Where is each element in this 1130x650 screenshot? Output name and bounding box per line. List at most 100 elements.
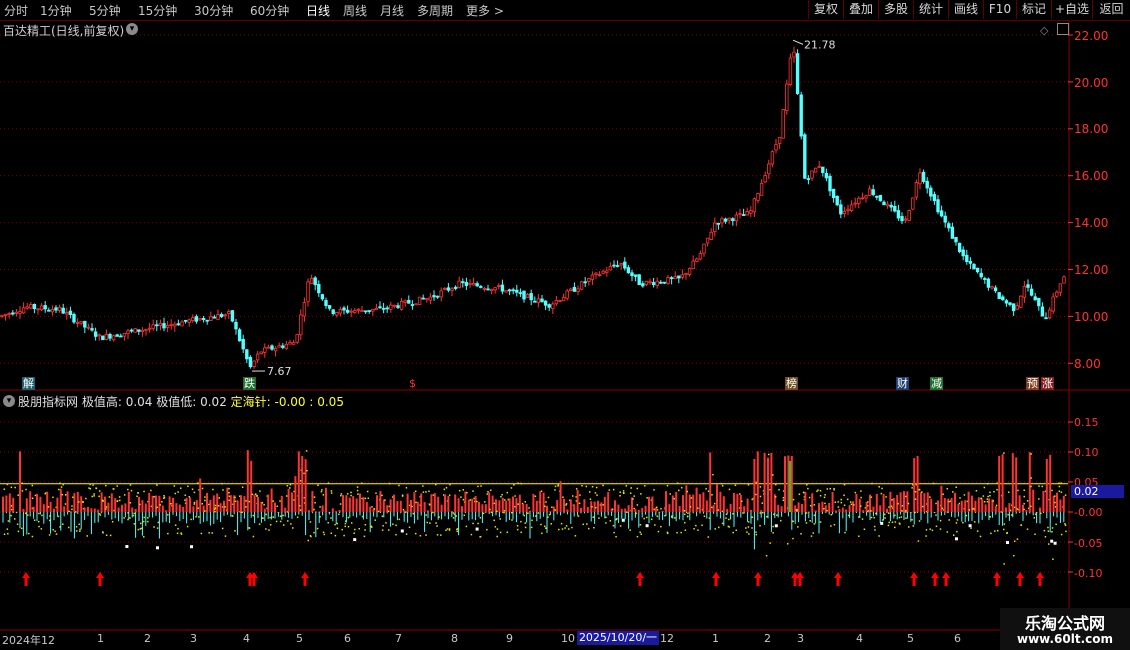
indicator-bar-up xyxy=(930,498,933,512)
indicator-dot xyxy=(870,516,873,519)
indicator-bar-up xyxy=(66,491,69,512)
indicator-dot xyxy=(17,494,19,496)
candle-body xyxy=(457,280,461,288)
candle-body xyxy=(986,278,991,288)
indicator-dot xyxy=(405,533,408,535)
indicator-dot xyxy=(476,500,478,503)
indicator-bar-down xyxy=(284,512,286,517)
indicator-bar-up xyxy=(627,505,630,512)
period-tab-daily[interactable]: 日线 xyxy=(306,2,330,19)
indicator-dot xyxy=(987,495,989,498)
indicator-dot xyxy=(472,522,474,525)
indicator-bar-up xyxy=(274,502,276,512)
candle-body xyxy=(151,324,155,329)
indicator-dot xyxy=(21,490,24,492)
overlay-button[interactable]: 叠加 xyxy=(843,0,878,19)
indicator-dot xyxy=(734,484,737,487)
indicator-dot xyxy=(891,521,894,524)
candle-body xyxy=(587,278,591,282)
indicator-dot xyxy=(31,484,34,487)
event-marker-zhang[interactable]: 涨 xyxy=(1041,377,1054,390)
candle-body xyxy=(1033,296,1037,301)
indicator-bar-down xyxy=(203,512,205,523)
indicator-bar-up xyxy=(141,500,144,512)
period-tab-multi[interactable]: 多周期 xyxy=(417,2,453,19)
candlestick-chart[interactable]: 21.787.67 xyxy=(0,21,1130,631)
period-tab-5min[interactable]: 5分钟 xyxy=(89,2,121,19)
period-tab-weekly[interactable]: 周线 xyxy=(343,2,367,19)
indicator-dot xyxy=(755,493,757,496)
chevron-down-icon[interactable]: ▾ xyxy=(126,23,138,35)
indicator-dot xyxy=(503,509,506,512)
back-button[interactable]: 返回 xyxy=(1092,0,1130,19)
event-marker-jian[interactable]: 减 xyxy=(930,377,943,390)
event-marker-bang[interactable]: 榜 xyxy=(785,377,798,390)
indicator-dot xyxy=(446,528,449,530)
candle-body xyxy=(673,276,677,280)
indicator-dot xyxy=(782,499,785,502)
period-tab-30min[interactable]: 30分钟 xyxy=(194,2,233,19)
indicator-dot xyxy=(415,501,417,504)
indicator-dot xyxy=(190,518,192,521)
indicator-bar-up xyxy=(1062,495,1065,512)
indicator-bar-down xyxy=(107,512,109,515)
indicator-bar-down xyxy=(488,512,490,515)
indicator-dot xyxy=(241,486,244,488)
indicator-dot xyxy=(550,523,552,525)
period-tab-15min[interactable]: 15分钟 xyxy=(138,2,177,19)
indicator-dot xyxy=(602,484,604,487)
period-tab-1min[interactable]: 1分钟 xyxy=(40,2,72,19)
indicator-dot xyxy=(105,506,108,508)
indicator-bar-down xyxy=(441,512,443,520)
indicator-dot xyxy=(1033,517,1036,519)
period-tab-60min[interactable]: 60分钟 xyxy=(250,2,289,19)
indicator-square xyxy=(955,537,958,541)
period-tab-fenshi[interactable]: 分时 xyxy=(4,2,28,19)
indicator-dot xyxy=(655,506,658,509)
chevron-down-icon[interactable]: ▾ xyxy=(3,395,15,407)
draw-line-button[interactable]: 画线 xyxy=(948,0,983,19)
indicator-bar-up xyxy=(467,499,470,512)
indicator-dot xyxy=(40,528,43,530)
indicator-dot xyxy=(1034,533,1036,536)
candle-body xyxy=(651,282,656,286)
candle-body xyxy=(749,210,753,214)
indicator-bar-up xyxy=(770,452,773,512)
diamond-icon[interactable]: ◇ xyxy=(1040,24,1048,37)
candle-body xyxy=(961,249,965,257)
event-marker-die[interactable]: 跌 xyxy=(243,377,256,390)
period-tab-monthly[interactable]: 月线 xyxy=(380,2,404,19)
indicator-bar-down xyxy=(512,512,514,520)
indicator-dot xyxy=(786,542,789,545)
indicator-dot xyxy=(147,517,149,519)
multi-stock-button[interactable]: 多股 xyxy=(878,0,913,19)
indicator-dot xyxy=(334,534,337,537)
candle-body xyxy=(799,94,803,137)
candle-body xyxy=(198,317,202,321)
mark-button[interactable]: 标记 xyxy=(1016,0,1051,19)
buy-arrow-icon xyxy=(993,572,1001,586)
indicator-bar-down xyxy=(1019,512,1021,513)
indicator-dot xyxy=(398,518,401,521)
event-marker-jie[interactable]: 解 xyxy=(22,377,35,390)
indicator-dot xyxy=(252,535,255,538)
time-label: 10 xyxy=(561,632,575,645)
fuquan-button[interactable]: 复权 xyxy=(808,0,843,19)
event-marker-yu[interactable]: 预 xyxy=(1026,377,1039,390)
stock-title: 百达精工(日线,前复权) xyxy=(3,24,125,38)
candle-body xyxy=(425,298,429,301)
stats-button[interactable]: 统计 xyxy=(913,0,948,19)
f10-button[interactable]: F10 xyxy=(983,0,1016,19)
event-marker-dollar[interactable]: $ xyxy=(408,377,417,390)
indicator-dot xyxy=(914,491,917,493)
indicator-bar-down xyxy=(651,512,653,517)
price-tick: 14.00 xyxy=(1074,216,1109,230)
event-marker-cai[interactable]: 财 xyxy=(896,377,909,390)
indicator-dot xyxy=(455,515,457,517)
indicator-dot xyxy=(955,486,957,489)
indicator-dot xyxy=(506,531,509,534)
window-icon[interactable] xyxy=(1057,23,1069,35)
add-watchlist-button[interactable]: +自选 xyxy=(1051,0,1092,19)
period-tab-more[interactable]: 更多 > xyxy=(466,2,504,19)
indicator-dot xyxy=(887,524,890,527)
